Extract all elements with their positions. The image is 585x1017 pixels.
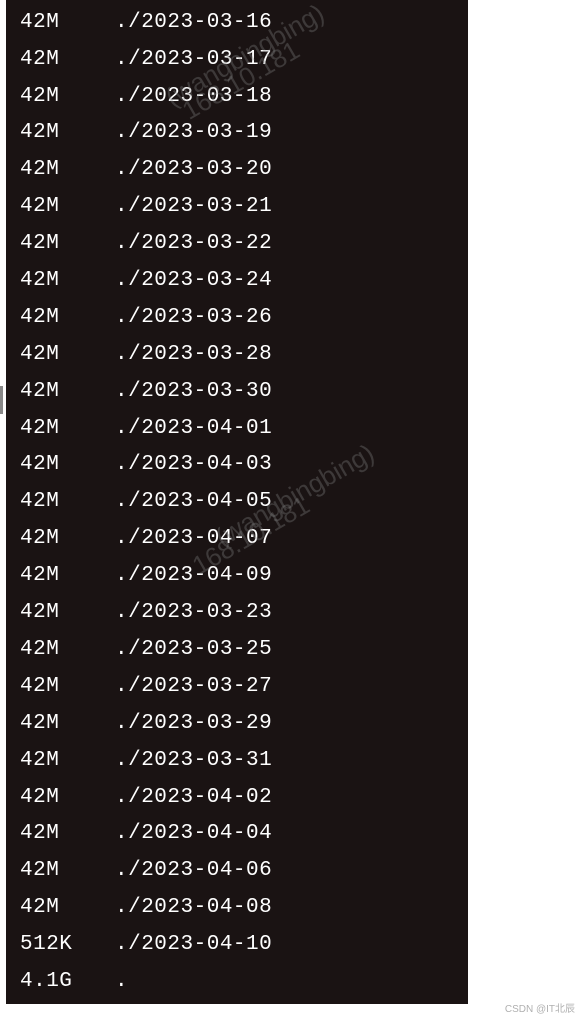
file-path: ./2023-03-27 <box>115 673 454 700</box>
file-path: ./2023-03-25 <box>115 636 454 663</box>
file-size: 42M <box>20 636 115 663</box>
file-path: . <box>115 968 454 995</box>
file-path: ./2023-03-18 <box>115 83 454 110</box>
terminal-row: 42M./2023-04-02 <box>6 779 468 816</box>
file-size: 42M <box>20 341 115 368</box>
file-path: ./2023-03-26 <box>115 304 454 331</box>
file-size: 42M <box>20 599 115 626</box>
file-path: ./2023-03-23 <box>115 599 454 626</box>
file-path: ./2023-04-01 <box>115 415 454 442</box>
file-path: ./2023-04-06 <box>115 857 454 884</box>
file-path: ./2023-03-20 <box>115 156 454 183</box>
terminal-row: 42M./2023-04-09 <box>6 557 468 594</box>
file-size: 42M <box>20 83 115 110</box>
terminal-row: 42M./2023-03-25 <box>6 631 468 668</box>
terminal-row: 42M./2023-03-24 <box>6 262 468 299</box>
terminal-row: 42M./2023-03-31 <box>6 742 468 779</box>
file-path: ./2023-03-24 <box>115 267 454 294</box>
terminal-row: 42M./2023-03-18 <box>6 78 468 115</box>
file-size: 42M <box>20 193 115 220</box>
file-path: ./2023-03-21 <box>115 193 454 220</box>
file-path: ./2023-03-17 <box>115 46 454 73</box>
file-path: ./2023-03-16 <box>115 9 454 36</box>
file-size: 42M <box>20 673 115 700</box>
file-size: 42M <box>20 378 115 405</box>
terminal-row: 42M./2023-03-28 <box>6 336 468 373</box>
file-path: ./2023-04-02 <box>115 784 454 811</box>
file-size: 42M <box>20 267 115 294</box>
file-path: ./2023-04-07 <box>115 525 454 552</box>
file-size: 42M <box>20 304 115 331</box>
file-size: 42M <box>20 415 115 442</box>
file-size: 42M <box>20 119 115 146</box>
terminal-output: (wangbingbing) 168.10.181 (wangbingbing)… <box>6 0 468 1004</box>
terminal-row: 42M./2023-03-21 <box>6 188 468 225</box>
file-size: 42M <box>20 820 115 847</box>
terminal-row: 42M./2023-03-20 <box>6 152 468 189</box>
terminal-row: 42M./2023-04-06 <box>6 852 468 889</box>
terminal-row: 42M./2023-04-08 <box>6 889 468 926</box>
file-path: ./2023-04-04 <box>115 820 454 847</box>
file-path: ./2023-03-30 <box>115 378 454 405</box>
terminal-row: 42M./2023-03-16 <box>6 4 468 41</box>
file-size: 42M <box>20 894 115 921</box>
terminal-row: 42M./2023-03-22 <box>6 225 468 262</box>
file-size: 42M <box>20 451 115 478</box>
file-size: 42M <box>20 710 115 737</box>
file-path: ./2023-03-19 <box>115 119 454 146</box>
file-path: ./2023-04-09 <box>115 562 454 589</box>
file-path: ./2023-04-05 <box>115 488 454 515</box>
file-size: 42M <box>20 747 115 774</box>
file-size: 42M <box>20 562 115 589</box>
terminal-row: 42M./2023-04-04 <box>6 816 468 853</box>
terminal-row: 42M./2023-03-26 <box>6 299 468 336</box>
file-path: ./2023-03-28 <box>115 341 454 368</box>
terminal-row: 4.1G. <box>6 963 468 1000</box>
file-path: ./2023-04-10 <box>115 931 454 958</box>
file-size: 512K <box>20 931 115 958</box>
attribution-footer: CSDN @IT北辰 <box>505 1000 575 1015</box>
cursor-indicator <box>0 386 3 414</box>
file-size: 42M <box>20 525 115 552</box>
file-path: ./2023-03-29 <box>115 710 454 737</box>
file-size: 42M <box>20 9 115 36</box>
terminal-row: 42M./2023-03-30 <box>6 373 468 410</box>
terminal-row: 42M./2023-03-29 <box>6 705 468 742</box>
file-path: ./2023-03-22 <box>115 230 454 257</box>
terminal-row: 42M./2023-04-07 <box>6 520 468 557</box>
file-path: ./2023-04-08 <box>115 894 454 921</box>
terminal-row: 42M./2023-04-05 <box>6 484 468 521</box>
file-path: ./2023-04-03 <box>115 451 454 478</box>
terminal-row: 42M./2023-03-17 <box>6 41 468 78</box>
terminal-row: 512K./2023-04-10 <box>6 926 468 963</box>
file-size: 42M <box>20 784 115 811</box>
file-size: 4.1G <box>20 968 115 995</box>
file-path: ./2023-03-31 <box>115 747 454 774</box>
terminal-row: 42M./2023-03-19 <box>6 115 468 152</box>
terminal-row: 42M./2023-03-27 <box>6 668 468 705</box>
terminal-row: 42M./2023-04-03 <box>6 447 468 484</box>
file-size: 42M <box>20 156 115 183</box>
file-size: 42M <box>20 46 115 73</box>
file-size: 42M <box>20 230 115 257</box>
file-size: 42M <box>20 488 115 515</box>
terminal-row: 42M./2023-03-23 <box>6 594 468 631</box>
file-size: 42M <box>20 857 115 884</box>
terminal-row: 42M./2023-04-01 <box>6 410 468 447</box>
